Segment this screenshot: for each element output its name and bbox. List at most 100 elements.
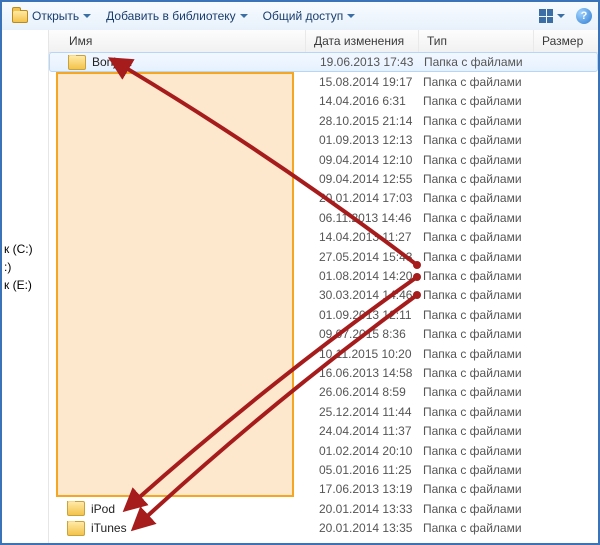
cell-type: Папка с файлами [423,114,543,128]
rows-container: Bonjour19.06.2013 17:43Папка с файлами15… [49,52,598,543]
folder-icon [68,55,86,70]
main-area: к (C:) :) к (E:) Имя Дата изменения Тип … [2,30,598,543]
table-row[interactable]: iTunes 20.01.2014 13:35Папка с файлами [49,518,598,537]
chevron-down-icon [347,13,354,20]
table-row[interactable]: 25.12.2014 11:44Папка с файлами [49,402,598,421]
table-row[interactable]: 01.02.2014 20:10Папка с файлами [49,441,598,460]
cell-date: 30.03.2014 14:46 [319,288,423,302]
toolbar-share[interactable]: Общий доступ [255,7,359,25]
cell-type: Папка с файлами [423,172,543,186]
cell-date: 24.04.2014 11:37 [319,424,423,438]
cell-type: Папка с файлами [423,288,543,302]
cell-type: Папка с файлами [423,463,543,477]
table-row[interactable]: 05.01.2016 11:25Папка с файлами [49,460,598,479]
cell-type: Папка с файлами [423,230,543,244]
table-row[interactable]: 17.06.2013 13:19Папка с файлами [49,480,598,499]
view-grid-icon [539,9,553,23]
nav-drive-e[interactable]: к (E:) [4,278,32,292]
cell-date: 20.01.2014 17:03 [319,191,423,205]
cell-type: Папка с файлами [423,502,543,516]
file-list: Имя Дата изменения Тип Размер Bonjour 19.… [49,30,598,543]
table-row[interactable]: Bonjour 19.06.2013 17:43Папка с файлами [49,52,598,72]
view-mode-button[interactable] [535,7,568,25]
table-row[interactable]: 01.08.2014 14:20Папка с файлами [49,266,598,285]
toolbar-open-label: Открыть [32,9,79,23]
folder-icon [67,501,85,516]
cell-date: 20.01.2014 13:33 [319,502,423,516]
file-name: Bonjour [92,55,133,69]
chevron-down-icon [240,13,247,20]
nav-drive-d[interactable]: :) [4,260,11,274]
chevron-down-icon [83,13,90,20]
cell-type: Папка с файлами [423,521,543,535]
table-row[interactable]: 14.04.2016 6:31Папка с файлами [49,92,598,111]
column-date[interactable]: Дата изменения [306,30,419,52]
cell-date: 01.09.2013 12:13 [319,133,423,147]
column-type[interactable]: Тип [419,30,534,52]
cell-date: 10.11.2015 10:20 [319,347,423,361]
cell-date: 25.12.2014 11:44 [319,405,423,419]
cell-date: 09.04.2014 12:55 [319,172,423,186]
table-row[interactable]: 16.06.2013 14:58Папка с файлами [49,363,598,382]
help-icon[interactable]: ? [576,8,592,24]
cell-date: 09.07.2015 8:36 [319,327,423,341]
toolbar-open[interactable]: Открыть [8,7,94,25]
table-row[interactable]: iPod 20.01.2014 13:33Папка с файлами [49,499,598,518]
cell-date: 26.06.2014 8:59 [319,385,423,399]
table-row[interactable]: 10.11.2015 10:20Папка с файлами [49,344,598,363]
cell-date: 20.01.2014 13:35 [319,521,423,535]
folder-open-icon [12,10,28,23]
nav-drive-c[interactable]: к (C:) [4,242,33,256]
cell-type: Папка с файлами [424,55,544,69]
table-row[interactable]: 28.10.2015 21:14Папка с файлами [49,111,598,130]
table-row[interactable]: 09.07.2015 8:36Папка с файлами [49,324,598,343]
cell-type: Папка с файлами [423,94,543,108]
cell-date: 01.09.2013 12:11 [319,308,423,322]
table-row[interactable]: 20.01.2014 17:03Папка с файлами [49,189,598,208]
cell-type: Папка с файлами [423,250,543,264]
table-row[interactable]: 09.04.2014 12:55Папка с файлами [49,169,598,188]
table-row[interactable]: 14.04.2013 11:27Папка с файлами [49,228,598,247]
column-headers: Имя Дата изменения Тип Размер [49,30,598,53]
cell-type: Папка с файлами [423,133,543,147]
cell-date: 27.05.2014 15:43 [319,250,423,264]
toolbar-right: ? [535,7,592,25]
column-size[interactable]: Размер [534,30,598,52]
chevron-down-icon [557,13,564,20]
cell-date: 06.11.2013 14:46 [319,211,423,225]
cell-type: Папка с файлами [423,191,543,205]
table-row[interactable]: 27.05.2014 15:43Папка с файлами [49,247,598,266]
cell-name: Bonjour [50,55,320,70]
cell-date: 09.04.2014 12:10 [319,153,423,167]
toolbar: Открыть Добавить в библиотеку Общий дост… [2,2,598,31]
table-row[interactable]: 01.09.2013 12:13Папка с файлами [49,131,598,150]
toolbar-add-library-label: Добавить в библиотеку [106,9,236,23]
table-row[interactable]: 09.04.2014 12:10Папка с файлами [49,150,598,169]
column-name[interactable]: Имя [49,30,306,52]
cell-type: Папка с файлами [423,211,543,225]
cell-date: 17.06.2013 13:19 [319,482,423,496]
cell-type: Папка с файлами [423,366,543,380]
toolbar-add-library[interactable]: Добавить в библиотеку [98,7,251,25]
table-row[interactable]: 26.06.2014 8:59Папка с файлами [49,383,598,402]
nav-pane[interactable]: к (C:) :) к (E:) [2,30,49,543]
cell-date: 05.01.2016 11:25 [319,463,423,477]
cell-date: 01.02.2014 20:10 [319,444,423,458]
cell-type: Папка с файлами [423,327,543,341]
table-row[interactable]: 24.04.2014 11:37Папка с файлами [49,421,598,440]
cell-date: 19.06.2013 17:43 [320,55,424,69]
cell-date: 16.06.2013 14:58 [319,366,423,380]
table-row[interactable]: 01.09.2013 12:11Папка с файлами [49,305,598,324]
cell-type: Папка с файлами [423,269,543,283]
cell-name: iTunes [49,521,319,536]
toolbar-share-label: Общий доступ [263,9,344,23]
file-name: iTunes [91,521,127,535]
cell-type: Папка с файлами [423,347,543,361]
table-row[interactable]: 15.08.2014 19:17Папка с файлами [49,72,598,91]
table-row[interactable]: 06.11.2013 14:46Папка с файлами [49,208,598,227]
cell-date: 01.08.2014 14:20 [319,269,423,283]
file-name: iPod [91,502,115,516]
cell-type: Папка с файлами [423,308,543,322]
table-row[interactable]: 30.03.2014 14:46Папка с файлами [49,286,598,305]
cell-date: 28.10.2015 21:14 [319,114,423,128]
